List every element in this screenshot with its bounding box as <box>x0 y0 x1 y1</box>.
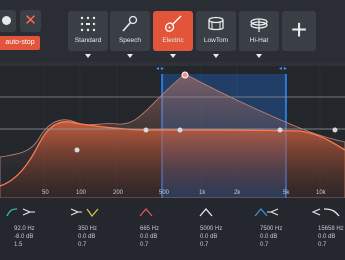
freq-label: 1k <box>199 190 206 196</box>
guitar-icon <box>165 15 182 32</box>
low-pass-curve-icon <box>311 208 340 217</box>
band-node-peak[interactable] <box>181 71 189 79</box>
band-gain: 0.0 dB <box>78 234 96 240</box>
chevron-down-icon[interactable] <box>85 54 91 58</box>
band-q: 0.7 <box>140 242 149 248</box>
toolbar: ✕ auto-stop Standard Speech Electric Low… <box>0 0 345 62</box>
freq-label: 5k <box>283 190 290 196</box>
preset-speech[interactable]: Speech <box>110 11 150 58</box>
dot-grid-icon <box>80 16 96 32</box>
band-q: 0.7 <box>200 242 209 248</box>
freq-label: 200 <box>113 190 124 196</box>
band-q: 0.7 <box>78 242 87 248</box>
low-shelf-curve-icon <box>70 208 99 218</box>
drum-icon <box>208 16 224 31</box>
freq-label: 10k <box>316 190 326 196</box>
freq-label: 2k <box>234 190 241 196</box>
high-shelf-curve-icon <box>254 208 279 217</box>
band-freq: 15658 Hz <box>318 226 344 232</box>
record-button[interactable] <box>0 10 16 32</box>
preset-label: Speech <box>118 37 142 44</box>
band-node-1[interactable] <box>74 147 80 153</box>
chevron-down-icon[interactable] <box>256 54 262 58</box>
band-freq: 665 Hz <box>140 226 160 232</box>
band-node-5[interactable] <box>332 127 338 133</box>
eq-curve-fill <box>0 121 345 198</box>
preset-label: Electric <box>162 37 184 44</box>
band-node-2[interactable] <box>143 127 149 133</box>
auto-stop-button[interactable]: auto-stop <box>0 36 40 50</box>
preset-label: Standard <box>74 37 102 44</box>
band-q: 1.5 <box>14 242 23 248</box>
band-q: 0.7 <box>318 242 327 248</box>
band-freq: 5000 Hz <box>200 226 223 232</box>
preset-electric[interactable]: Electric <box>153 11 193 58</box>
freq-label: 50 <box>42 190 49 196</box>
close-button[interactable]: ✕ <box>20 10 41 32</box>
freq-label: 500 <box>159 190 170 196</box>
record-dot-icon <box>2 16 11 25</box>
preset-hihat[interactable]: Hi-Hat <box>239 11 279 58</box>
preset-label: LowTom <box>203 37 229 44</box>
chevron-down-icon[interactable] <box>127 54 133 58</box>
selection-handle-right[interactable]: ◂ ▸ <box>279 65 287 72</box>
band-gain: 0.0 dB <box>200 234 218 240</box>
chevron-down-icon[interactable] <box>170 54 176 58</box>
band-node-3[interactable] <box>177 127 183 133</box>
bell-curve-icon <box>199 208 213 217</box>
band-gain: 0.0 dB <box>318 234 336 240</box>
band-freq: 92.0 Hz <box>14 226 35 232</box>
band-freq: 7500 Hz <box>260 226 283 232</box>
preset-standard[interactable]: Standard <box>68 11 108 58</box>
eq-graph[interactable]: ◂ ▸ ◂ ▸ <box>0 62 345 198</box>
cymbal-icon <box>250 18 268 32</box>
high-pass-curve-icon <box>6 208 35 217</box>
preset-lowtom[interactable]: LowTom <box>196 11 236 58</box>
preset-label: Hi-Hat <box>249 37 269 44</box>
bell-curve-icon <box>139 208 153 217</box>
freq-label: 100 <box>76 190 87 196</box>
selection-handle-left[interactable]: ◂ ▸ <box>156 65 164 72</box>
band-freq: 350 Hz <box>78 226 98 232</box>
add-preset-button[interactable]: + <box>282 11 316 51</box>
band-q: 0.7 <box>260 242 269 248</box>
band-parameters: 92.0 Hz -8.0 dB 1.5 350 Hz 0.0 dB 0.7 66… <box>0 198 345 260</box>
chevron-down-icon[interactable] <box>213 54 219 58</box>
band-gain: 0.0 dB <box>140 234 158 240</box>
band-node-4[interactable] <box>277 127 283 133</box>
band-gain: -8.0 dB <box>14 234 34 240</box>
microphone-icon <box>122 15 138 32</box>
band-gain: 0.0 dB <box>260 234 278 240</box>
